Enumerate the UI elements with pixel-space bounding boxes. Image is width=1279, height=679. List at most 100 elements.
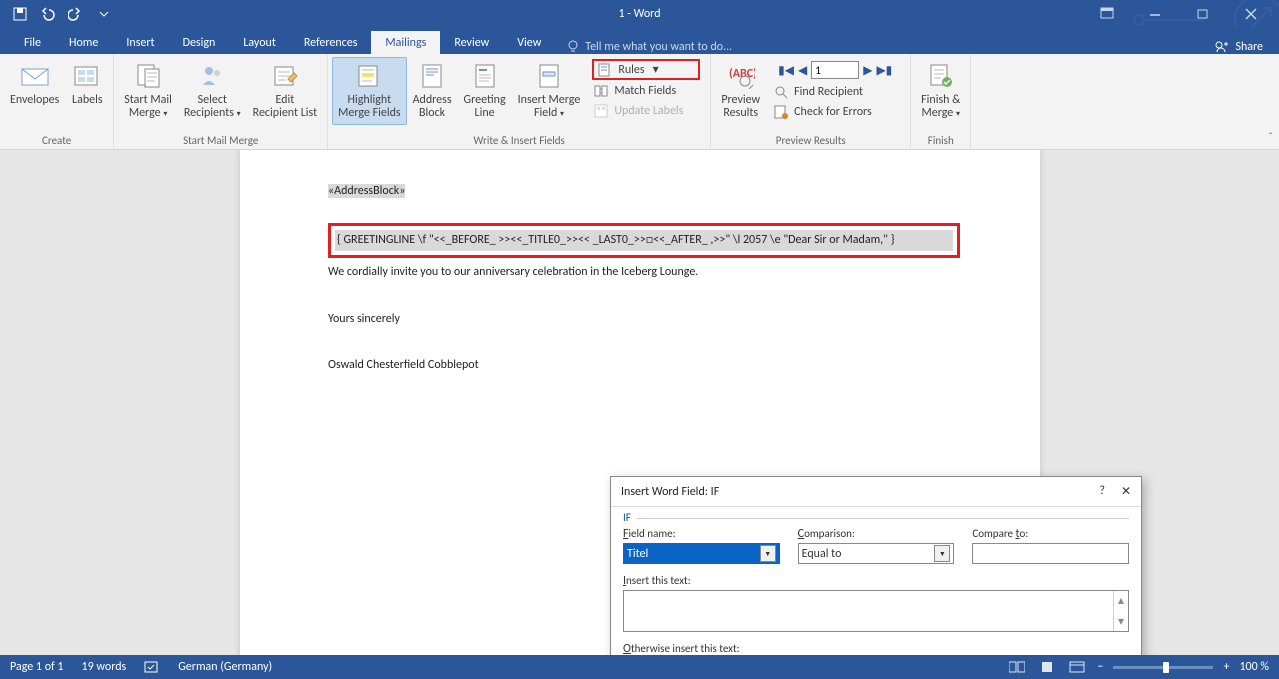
maximize-icon[interactable] <box>1181 0 1225 28</box>
help-icon[interactable]: ? <box>1099 484 1105 499</box>
merge-field-icon <box>533 60 565 92</box>
group-preview-label: Preview Results <box>776 133 846 147</box>
preview-icon: (ABC) <box>725 60 757 92</box>
compare-to-label: Compare to: <box>972 527 1129 541</box>
comparison-select[interactable]: Equal to ▼ <box>798 543 955 564</box>
find-recipient-button[interactable]: Find Recipient <box>772 83 900 101</box>
rules-icon <box>598 63 612 77</box>
highlight-icon <box>353 60 385 92</box>
window-title: 1 - Word <box>618 7 660 21</box>
edit-recipient-list-button[interactable]: EditRecipient List <box>247 57 323 125</box>
tab-design[interactable]: Design <box>169 31 230 54</box>
redo-icon[interactable] <box>64 2 88 26</box>
next-record-icon[interactable]: ▶ <box>863 63 872 78</box>
address-block-button[interactable]: AddressBlock <box>407 57 458 125</box>
tab-mailings[interactable]: Mailings <box>371 31 440 54</box>
insert-text-textarea[interactable]: ▴▾ <box>623 590 1129 632</box>
document-icon <box>132 60 164 92</box>
labels-icon <box>71 60 103 92</box>
share-icon <box>1215 40 1229 54</box>
zoom-out-icon[interactable]: − <box>1097 660 1103 674</box>
tab-view[interactable]: View <box>503 31 555 54</box>
field-name-select[interactable]: Titel ▼ <box>623 543 780 564</box>
qat-dropdown-icon[interactable] <box>92 2 116 26</box>
dialog-title: Insert Word Field: IF <box>621 485 719 499</box>
print-layout-icon[interactable] <box>1037 659 1057 675</box>
word-count[interactable]: 19 words <box>82 660 127 674</box>
insert-word-field-dialog: Insert Word Field: IF ? ✕ IF Field name:… <box>610 476 1142 655</box>
collapse-ribbon-icon[interactable]: ˆ <box>1268 131 1273 145</box>
finish-icon <box>925 60 957 92</box>
match-fields-button[interactable]: Match Fields <box>592 82 700 100</box>
greeting-field-highlight: { GREETINGLINE \f "<<_BEFORE_ >><<_TITLE… <box>328 223 960 258</box>
greeting-line-button[interactable]: GreetingLine <box>458 57 512 125</box>
insert-text-label: Insert this text: <box>623 574 1129 588</box>
last-record-icon[interactable]: ▶▮ <box>876 63 892 78</box>
zoom-in-icon[interactable]: + <box>1223 660 1229 674</box>
menu-bar: File Home Insert Design Layout Reference… <box>0 28 1279 54</box>
if-legend: IF <box>623 511 637 524</box>
language-indicator[interactable]: German (Germany) <box>178 660 272 674</box>
group-create-label: Create <box>42 133 71 147</box>
status-bar: Page 1 of 1 19 words German (Germany) − … <box>0 655 1279 679</box>
comparison-label: Comparison: <box>798 527 955 541</box>
edit-list-icon <box>269 60 301 92</box>
match-icon <box>594 84 608 98</box>
tab-layout[interactable]: Layout <box>229 31 290 54</box>
tell-me[interactable]: Tell me what you want to do... <box>555 40 744 54</box>
tab-home[interactable]: Home <box>55 31 112 54</box>
zoom-slider[interactable] <box>1113 666 1213 669</box>
zoom-level[interactable]: 100 % <box>1239 660 1269 674</box>
signature-text[interactable]: Oswald Chesterfield Cobblepot <box>328 357 960 374</box>
tab-review[interactable]: Review <box>440 31 503 54</box>
close-icon[interactable] <box>1229 0 1273 28</box>
undo-icon[interactable] <box>36 2 60 26</box>
address-block-field[interactable]: «AddressBlock» <box>328 184 405 198</box>
otherwise-label: Otherwise insert this text: <box>623 642 1129 655</box>
update-labels-button: Update Labels <box>592 102 700 120</box>
recipients-icon <box>196 60 228 92</box>
compare-to-input[interactable] <box>972 543 1129 564</box>
body-text[interactable]: We cordially invite you to our anniversa… <box>328 264 960 281</box>
svg-text:(ABC): (ABC) <box>729 67 755 81</box>
save-icon[interactable] <box>8 2 32 26</box>
read-mode-icon[interactable] <box>1007 659 1027 675</box>
closing-text[interactable]: Yours sincerely <box>328 311 960 328</box>
greeting-icon <box>469 60 501 92</box>
insert-merge-field-button[interactable]: Insert MergeField ▾ <box>512 57 587 125</box>
title-bar: 1 - Word <box>0 0 1279 28</box>
find-icon <box>774 85 788 99</box>
dialog-close-icon[interactable]: ✕ <box>1121 484 1131 499</box>
check-errors-button[interactable]: Check for Errors <box>772 103 900 121</box>
chevron-down-icon[interactable]: ▼ <box>934 545 950 562</box>
prev-record-icon[interactable]: ◀ <box>798 63 807 78</box>
share-button[interactable]: Share <box>1199 40 1279 54</box>
finish-merge-button[interactable]: Finish &Merge ▾ <box>915 57 966 125</box>
tab-references[interactable]: References <box>290 31 372 54</box>
greeting-line-field[interactable]: { GREETINGLINE \f "<<_BEFORE_ >><<_TITLE… <box>335 230 953 251</box>
address-block-icon <box>416 60 448 92</box>
ribbon-display-icon[interactable] <box>1085 0 1129 28</box>
lightbulb-icon <box>567 40 579 54</box>
first-record-icon[interactable]: ▮◀ <box>778 63 794 78</box>
web-layout-icon[interactable] <box>1067 659 1087 675</box>
preview-results-button[interactable]: (ABC) PreviewResults <box>715 57 766 125</box>
group-start-label: Start Mail Merge <box>183 133 258 147</box>
rules-button[interactable]: Rules▾ <box>592 59 700 80</box>
page-indicator[interactable]: Page 1 of 1 <box>10 660 64 674</box>
group-write-label: Write & Insert Fields <box>474 133 565 147</box>
tab-file[interactable]: File <box>10 31 55 54</box>
spellcheck-icon[interactable] <box>144 660 160 674</box>
chevron-down-icon[interactable]: ▼ <box>760 545 776 562</box>
select-recipients-button[interactable]: SelectRecipients ▾ <box>178 57 247 125</box>
envelopes-button[interactable]: Envelopes <box>4 57 65 125</box>
ribbon: Envelopes Labels Create Start MailMerge … <box>0 54 1279 150</box>
update-labels-icon <box>594 104 608 118</box>
tab-insert[interactable]: Insert <box>112 31 168 54</box>
labels-button[interactable]: Labels <box>65 57 109 125</box>
start-mail-merge-button[interactable]: Start MailMerge ▾ <box>118 57 178 125</box>
group-finish-label: Finish <box>928 133 954 147</box>
record-number-input[interactable] <box>811 61 859 79</box>
highlight-merge-fields-button[interactable]: HighlightMerge Fields <box>332 57 406 125</box>
minimize-icon[interactable] <box>1133 0 1177 28</box>
